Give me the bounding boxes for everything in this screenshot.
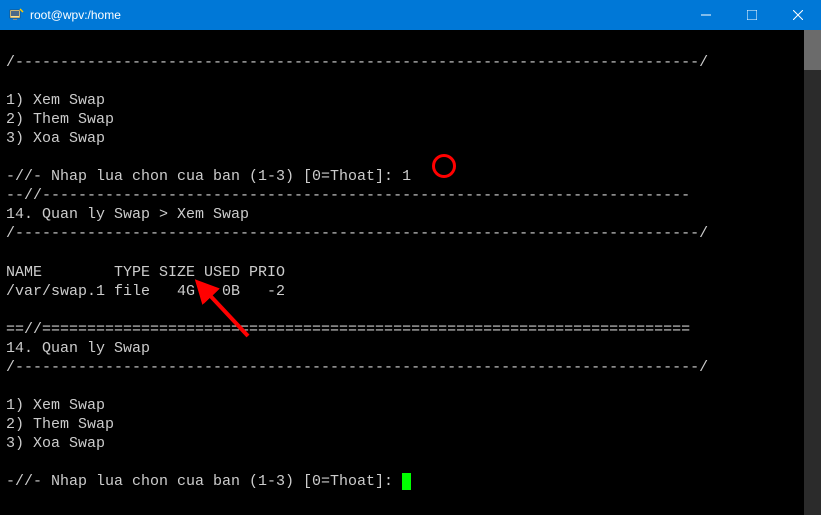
vertical-scrollbar[interactable] [804,30,821,515]
breadcrumb: 14. Quan ly Swap > Xem Swap [6,206,249,223]
menu-item: 1) Xem Swap [6,92,105,109]
divider-line: ==//====================================… [6,321,690,338]
swap-table-header: NAME TYPE SIZE USED PRIO [6,264,285,281]
window-title-bar: root@wpv:/home [0,0,821,30]
terminal-content[interactable]: /---------------------------------------… [0,30,821,515]
scrollbar-thumb[interactable] [804,30,821,70]
close-button[interactable] [775,0,821,30]
prompt-text: -//- Nhap lua chon cua ban (1-3) [0=Thoa… [6,473,402,490]
user-input: 1 [402,168,411,185]
menu-item: 3) Xoa Swap [6,130,105,147]
minimize-button[interactable] [683,0,729,30]
divider-line: --//------------------------------------… [6,187,690,204]
putty-icon [8,7,24,23]
menu-item: 3) Xoa Swap [6,435,105,452]
divider-line: /---------------------------------------… [6,359,708,376]
menu-item: 1) Xem Swap [6,397,105,414]
terminal-cursor [402,473,411,490]
title-left: root@wpv:/home [0,7,121,23]
divider-line: /---------------------------------------… [6,54,708,71]
window-controls [683,0,821,30]
maximize-button[interactable] [729,0,775,30]
section-title: 14. Quan ly Swap [6,340,150,357]
menu-item: 2) Them Swap [6,416,114,433]
divider-line: /---------------------------------------… [6,225,708,242]
menu-item: 2) Them Swap [6,111,114,128]
prompt-text: -//- Nhap lua chon cua ban (1-3) [0=Thoa… [6,168,402,185]
window-title: root@wpv:/home [30,8,121,22]
swap-table-row: /var/swap.1 file 4G 0B -2 [6,283,285,300]
